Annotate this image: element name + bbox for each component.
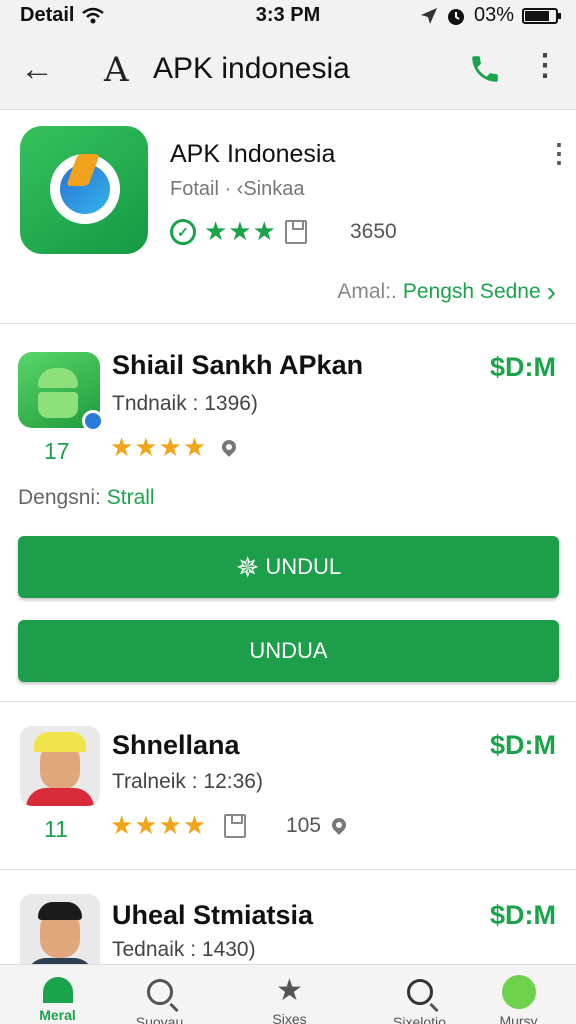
app-subtitle: Tndnaik : 1396) [112,392,258,415]
app-card[interactable]: Shiail Sankh APkan Tndnaik : 1396) $D:M … [0,326,576,702]
nav-label: Mursy [499,1013,538,1024]
location-arrow-icon [420,7,437,24]
app-price: $D:M [490,730,556,760]
star-rating: ★★★★ [110,810,208,840]
nav-item-search[interactable]: Suoyau [102,965,217,1024]
avatar-icon [501,975,536,1009]
app-price: $D:M [490,352,556,382]
download-button[interactable]: ✵ UNDUL [18,536,559,598]
secondary-button-label: UNDUA [249,638,328,663]
arrow-left-icon[interactable]: ← [20,50,54,89]
app-card[interactable]: Shnellana Tralneik : 12:36) $D:M 11 ★★★★… [0,704,576,870]
app-card[interactable]: Uheal Stmiatsia Tednaik : 1430) $D:M [0,872,576,964]
location-pin-icon [219,437,239,457]
star-rating: ★★★ [204,216,277,246]
featured-rating: ✓ ★★★ [170,216,307,247]
alarm-icon [447,8,464,25]
featured-app-icon [20,126,148,254]
bookmark-icon[interactable] [284,219,307,244]
app-title: Shnellana [112,730,240,760]
bookmark-icon[interactable] [224,814,246,838]
footer-link-label: Pengsh Sedne [402,280,541,303]
nav-label: Sixelotio [393,1014,446,1024]
app-avatar [20,894,100,964]
star-icon: ★ [276,974,303,1007]
developer-line: Dengsni: Strall [18,486,155,510]
nav-item-explore[interactable]: Sixelotio [362,965,477,1024]
more-vert-icon[interactable]: ⋮ [530,48,560,83]
featured-app-title: APK Indonesia [170,140,336,168]
app-rank: 17 [44,438,70,464]
status-bar: Detail 3:3 PM 03% [0,0,576,32]
app-count: 105 [286,814,322,837]
featured-count: 3650 [350,220,397,243]
featured-more-icon[interactable]: ⋮ [546,138,572,169]
app-avatar [20,726,100,806]
app-subtitle: Tralneik : 12:36) [112,770,263,793]
home-icon [42,977,73,1003]
android-app-icon [18,352,104,432]
nav-item-profile[interactable]: Mursy [461,965,576,1024]
featured-app-card[interactable]: APK Indonesia Fotail · ‹Sinkaa ⋮ ✓ ★★★ 3… [0,112,576,324]
developer-value[interactable]: Strall [107,486,155,509]
nav-item-home[interactable]: Meral [0,965,115,1024]
app-price: $D:M [490,900,556,930]
developer-label: Dengsni: [18,486,101,509]
nav-item-star[interactable]: ★ Sixes [232,965,347,1024]
phone-icon[interactable] [468,52,502,86]
app-rank: 11 [44,816,68,842]
featured-footer-link[interactable]: Amal:. Pengsh Sedne › [337,276,556,308]
nav-label: Meral [39,1007,76,1023]
app-title: Uheal Stmiatsia [112,900,314,930]
app-title: Shiail Sankh APkan [112,350,364,380]
explore-icon [406,979,433,1005]
bottom-navigation: Meral Suoyau ★ Sixes Sixelotio Mursy [0,964,576,1024]
sparkle-icon: ✵ [235,551,260,583]
nav-label: Suoyau [135,1014,184,1024]
verified-check-icon: ✓ [170,218,196,245]
nav-label: Sixes [272,1011,307,1024]
star-rating: ★★★★ [110,432,208,462]
featured-app-subtitle: Fotail · ‹Sinkaa [170,178,305,200]
app-bar: ← A APK indonesia ⋮ [0,32,576,110]
battery-percent: 03% [473,4,514,26]
app-logo: A [104,50,129,90]
battery-fill [525,10,549,21]
footer-muted-label: Amal:. [337,280,397,303]
chevron-right-icon: › [546,276,556,307]
search-icon [146,979,173,1005]
download-button-label: UNDUL [265,554,342,579]
page-title: APK indonesia [153,52,350,85]
secondary-download-button[interactable]: UNDUA [18,620,559,682]
battery-icon [522,7,561,24]
app-subtitle: Tednaik : 1430) [112,938,256,961]
location-pin-icon [329,815,349,835]
